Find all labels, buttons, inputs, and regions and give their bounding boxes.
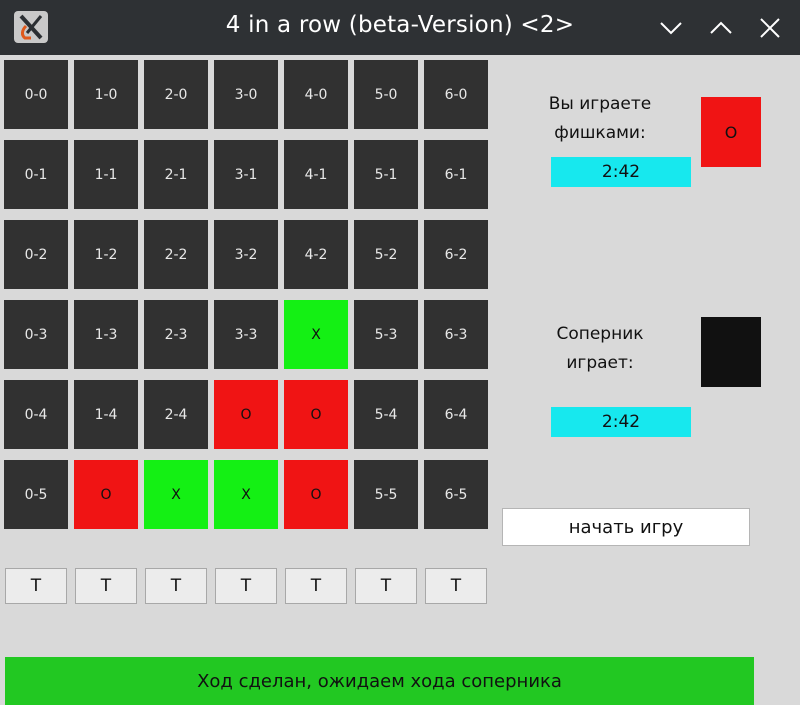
player-label-line2: фишками:	[554, 123, 646, 143]
board-cell[interactable]: X	[284, 300, 348, 369]
player-timer: 2:42	[551, 157, 691, 187]
minimize-chevron-down-icon[interactable]	[657, 14, 685, 42]
board-cell[interactable]: 3-2	[214, 220, 278, 289]
board-cell[interactable]: X	[214, 460, 278, 529]
board-cell[interactable]: 5-5	[354, 460, 418, 529]
board-cell[interactable]: 2-2	[144, 220, 208, 289]
board-cell[interactable]: 4-2	[284, 220, 348, 289]
board-cell[interactable]: 0-1	[4, 140, 68, 209]
drop-column-button[interactable]: T	[5, 568, 67, 604]
board-cell[interactable]: 2-4	[144, 380, 208, 449]
board-cell[interactable]: 6-3	[424, 300, 488, 369]
board-cell[interactable]: 0-2	[4, 220, 68, 289]
board-cell[interactable]: 6-5	[424, 460, 488, 529]
title-bar: 4 in a row (beta-Version) <2>	[0, 0, 800, 55]
opponent-label: Соперник играет:	[520, 320, 680, 378]
board-cell[interactable]: 1-1	[74, 140, 138, 209]
close-icon[interactable]	[756, 14, 784, 42]
board-cell[interactable]: 1-0	[74, 60, 138, 129]
opponent-piece-swatch	[701, 317, 761, 387]
maximize-chevron-up-icon[interactable]	[707, 14, 735, 42]
board-cell[interactable]: 2-3	[144, 300, 208, 369]
board-cell[interactable]: 6-1	[424, 140, 488, 209]
board-cell[interactable]: 0-5	[4, 460, 68, 529]
board-cell[interactable]: 3-0	[214, 60, 278, 129]
drop-column-button[interactable]: T	[75, 568, 137, 604]
start-game-button[interactable]: начать игру	[502, 508, 750, 546]
opponent-label-line2: играет:	[566, 353, 634, 373]
opponent-label-line1: Соперник	[556, 324, 644, 344]
player-label: Вы играете фишками:	[520, 90, 680, 148]
board-cell[interactable]: X	[144, 460, 208, 529]
board-cell[interactable]: 6-4	[424, 380, 488, 449]
board-cell[interactable]: 0-4	[4, 380, 68, 449]
board-cell[interactable]: 1-3	[74, 300, 138, 369]
board-cell[interactable]: 1-2	[74, 220, 138, 289]
board-cell[interactable]: 0-3	[4, 300, 68, 369]
board-cell[interactable]: 2-1	[144, 140, 208, 209]
board-cell[interactable]: 5-0	[354, 60, 418, 129]
board-cell[interactable]: O	[284, 460, 348, 529]
board-cell[interactable]: 5-3	[354, 300, 418, 369]
board-cell[interactable]: 5-1	[354, 140, 418, 209]
drop-column-button[interactable]: T	[145, 568, 207, 604]
board-cell[interactable]: 1-4	[74, 380, 138, 449]
board-cell[interactable]: 3-1	[214, 140, 278, 209]
status-bar: Ход сделан, ожидаем хода соперника	[5, 657, 754, 705]
board-cell[interactable]: O	[214, 380, 278, 449]
board-cell[interactable]: 4-1	[284, 140, 348, 209]
player-label-line1: Вы играете	[548, 94, 652, 114]
board-cell[interactable]: 3-3	[214, 300, 278, 369]
board-cell[interactable]: O	[74, 460, 138, 529]
drop-column-button[interactable]: T	[215, 568, 277, 604]
drop-column-button[interactable]: T	[425, 568, 487, 604]
drop-column-button[interactable]: T	[285, 568, 347, 604]
board-cell[interactable]: O	[284, 380, 348, 449]
board-cell[interactable]: 4-0	[284, 60, 348, 129]
board-cell[interactable]: 2-0	[144, 60, 208, 129]
opponent-timer: 2:42	[551, 407, 691, 437]
board-cell[interactable]: 6-0	[424, 60, 488, 129]
board-cell[interactable]: 0-0	[4, 60, 68, 129]
board-cell[interactable]: 5-4	[354, 380, 418, 449]
player-piece-swatch: O	[701, 97, 761, 167]
drop-column-button[interactable]: T	[355, 568, 417, 604]
board-cell[interactable]: 5-2	[354, 220, 418, 289]
board-cell[interactable]: 6-2	[424, 220, 488, 289]
